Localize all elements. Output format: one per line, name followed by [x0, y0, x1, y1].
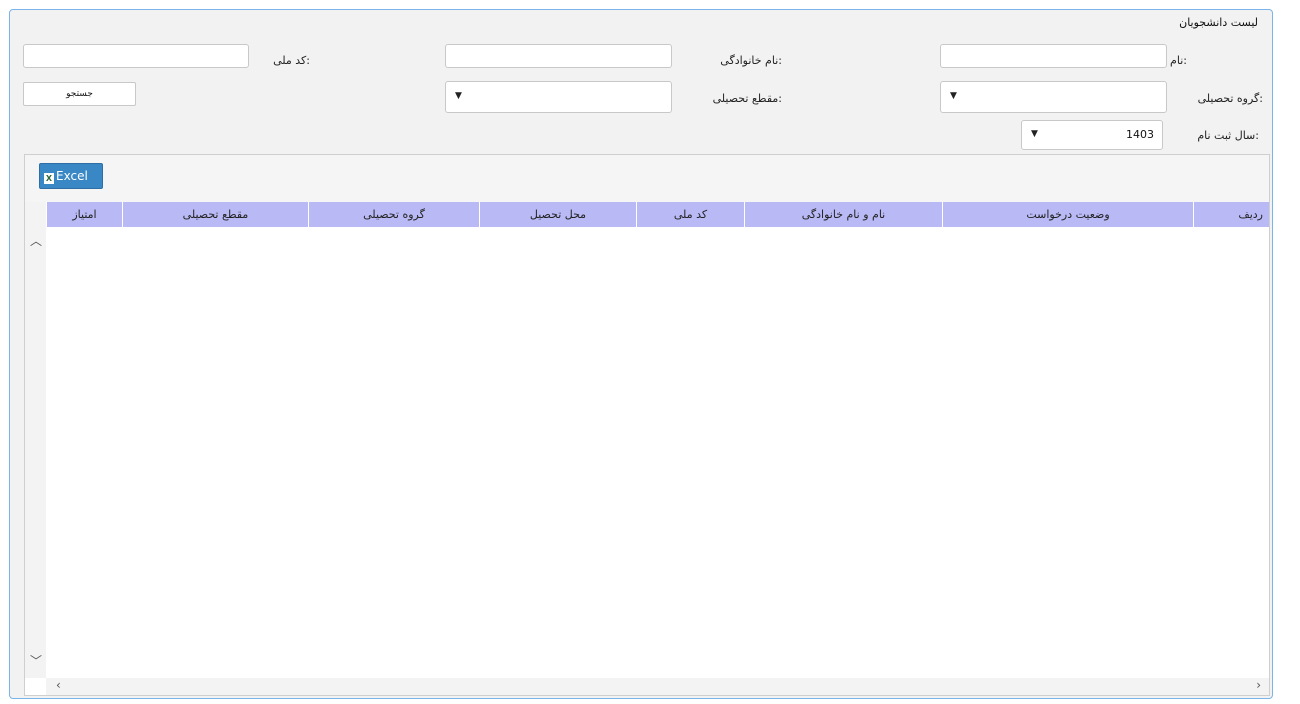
column-header-study-place[interactable]: محل تحصیل — [479, 202, 636, 227]
triangle-down-icon: ▼ — [950, 91, 957, 101]
triangle-down-icon: ▼ — [1031, 129, 1038, 139]
reg-year-value: 1403 — [1126, 128, 1154, 141]
panel-title: لیست دانشجویان — [1179, 16, 1258, 29]
chevron-up-icon[interactable]: ︿ — [30, 232, 42, 249]
field-group-label: گروه تحصیلی: — [1197, 92, 1263, 105]
chevron-left-icon[interactable]: ‹ — [56, 678, 61, 692]
students-panel: لیست دانشجویان نام: نام خانوادگی: کد ملی… — [9, 9, 1273, 699]
excel-label: Excel — [56, 169, 88, 183]
name-input[interactable] — [940, 44, 1167, 68]
excel-export-button[interactable]: X Excel — [39, 163, 103, 189]
family-label: نام خانوادگی: — [720, 54, 782, 67]
column-header-full-name[interactable]: نام و نام خانوادگی — [744, 202, 942, 227]
grid-header-row: ردیف وضعیت درخواست نام و نام خانوادگی کد… — [46, 202, 1269, 227]
reg-year-label: سال ثبت نام: — [1197, 129, 1259, 142]
column-header-field-group[interactable]: گروه تحصیلی — [308, 202, 479, 227]
chevron-down-icon[interactable]: ﹀ — [30, 652, 42, 669]
students-grid: X Excel ︿ ﹀ ردیف وضعیت درخواست نام و نام … — [24, 154, 1270, 696]
national-code-input[interactable] — [23, 44, 249, 68]
chevron-right-icon[interactable]: › — [1256, 678, 1261, 692]
search-button[interactable]: جستجو — [23, 82, 136, 106]
column-header-request-status[interactable]: وضعیت درخواست — [942, 202, 1193, 227]
degree-label: مقطع تحصیلی: — [712, 92, 782, 105]
triangle-down-icon: ▼ — [455, 91, 462, 101]
excel-icon: X — [44, 173, 54, 184]
name-label: نام: — [1170, 54, 1187, 67]
degree-select[interactable]: ▼ — [445, 81, 672, 113]
horizontal-scrollbar[interactable]: ‹ › — [46, 678, 1269, 695]
family-input[interactable] — [445, 44, 672, 68]
grid-body: ︿ ﹀ ردیف وضعیت درخواست نام و نام خانوادگ… — [25, 202, 1269, 695]
field-group-select[interactable]: ▼ — [940, 81, 1167, 113]
column-header-row-number[interactable]: ردیف — [1193, 202, 1269, 227]
vertical-scrollbar[interactable]: ︿ ﹀ — [25, 202, 46, 678]
national-code-label: کد ملی: — [273, 54, 310, 67]
reg-year-select[interactable]: ▼ 1403 — [1021, 120, 1163, 150]
column-header-degree[interactable]: مقطع تحصیلی — [122, 202, 308, 227]
column-header-national-code[interactable]: کد ملی — [636, 202, 744, 227]
column-header-score[interactable]: امتیاز — [46, 202, 122, 227]
